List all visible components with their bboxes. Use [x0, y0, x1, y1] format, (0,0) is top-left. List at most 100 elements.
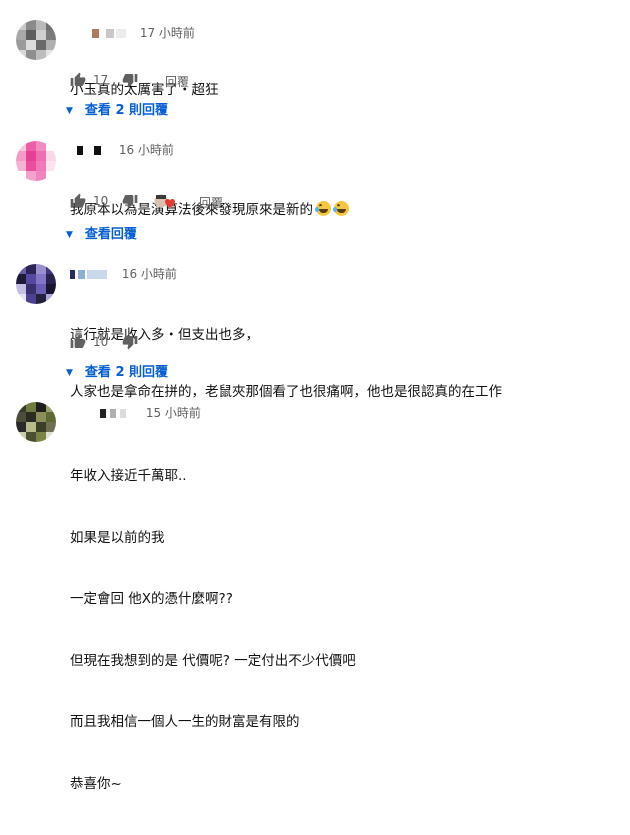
- comment-line: 而且我相信一個人一生的財富是有限的: [70, 714, 300, 730]
- author-name-redacted[interactable]: [70, 269, 112, 280]
- avatar-mosaic-cell: [16, 161, 26, 171]
- avatar-mosaic-cell: [26, 432, 36, 442]
- avatar-mosaic-cell: [36, 432, 46, 442]
- avatar-mosaic-cell: [46, 141, 56, 151]
- reply-button[interactable]: 回覆: [199, 194, 223, 211]
- avatar-mosaic-cell: [26, 30, 36, 40]
- avatar-mosaic-cell: [26, 294, 36, 304]
- avatar-mosaic-cell: [36, 40, 46, 50]
- avatar-mosaic-cell: [36, 402, 46, 412]
- avatar-mosaic-cell: [26, 141, 36, 151]
- caret-down-icon: ▼: [66, 368, 73, 378]
- grinning-squinting-face-emoji: [333, 201, 349, 216]
- avatar-mosaic-cell: [26, 422, 36, 432]
- avatar-mosaic-cell: [16, 141, 26, 151]
- comment-header: 16 小時前: [77, 141, 174, 158]
- author-name-redacted[interactable]: [77, 145, 109, 156]
- comment-line: 但現在我想到的是 代價呢? 一定付出不少代價吧: [70, 652, 356, 669]
- avatar-mosaic-cell: [16, 274, 26, 284]
- grinning-squinting-face-emoji: [315, 201, 331, 216]
- caret-down-icon: ▼: [66, 230, 73, 240]
- avatar-mosaic-cell: [36, 161, 46, 171]
- avatar-mosaic-cell: [16, 422, 26, 432]
- avatar-mosaic-cell: [36, 422, 46, 432]
- thumbs-down-icon[interactable]: [122, 193, 138, 209]
- avatar-mosaic-cell: [26, 264, 36, 274]
- avatar-mosaic-cell: [46, 30, 56, 40]
- view-replies-button[interactable]: ▼ 查看 2 則回覆: [66, 361, 168, 380]
- avatar-mosaic-cell: [16, 264, 26, 274]
- avatar[interactable]: [16, 20, 56, 60]
- avatar-mosaic-cell: [16, 284, 26, 294]
- view-replies-button[interactable]: ▼ 查看 2 則回覆: [66, 99, 168, 118]
- avatar-mosaic-cell: [26, 171, 36, 181]
- avatar-mosaic-cell: [36, 151, 46, 161]
- avatar-mosaic-cell: [46, 161, 56, 171]
- avatar-mosaic-cell: [26, 20, 36, 30]
- avatar-mosaic-cell: [36, 284, 46, 294]
- comment-line: 一定會回 他X的憑什麼啊??: [70, 591, 233, 607]
- avatar-mosaic-cell: [16, 294, 26, 304]
- avatar-mosaic-cell: [16, 20, 26, 30]
- reply-button[interactable]: 回覆: [165, 73, 189, 90]
- avatar-mosaic-cell: [46, 284, 56, 294]
- author-name-redacted[interactable]: [100, 408, 136, 419]
- avatar[interactable]: [16, 264, 56, 304]
- like-count: 10: [93, 194, 109, 208]
- avatar-mosaic-cell: [46, 422, 56, 432]
- comment-header: 16 小時前: [70, 265, 177, 282]
- view-replies-label: 查看 2 則回覆: [84, 365, 169, 380]
- comment-header: 17 小時前: [92, 24, 195, 41]
- comment-text: 年收入接近千萬耶.. 如果是以前的我 一定會回 他X的憑什麼啊?? 但現在我想到…: [70, 425, 356, 835]
- author-name-redacted[interactable]: [92, 28, 130, 39]
- timestamp[interactable]: 15 小時前: [146, 406, 201, 420]
- avatar-mosaic-cell: [26, 50, 36, 60]
- thumbs-up-icon[interactable]: [70, 334, 86, 350]
- view-replies-button[interactable]: ▼ 查看回覆: [66, 223, 137, 242]
- comment-actions: 10: [70, 334, 270, 354]
- avatar-mosaic-cell: [46, 294, 56, 304]
- avatar-mosaic-cell: [46, 412, 56, 422]
- thumbs-up-icon[interactable]: [70, 72, 86, 88]
- like-count: 10: [93, 335, 109, 349]
- avatar-mosaic-cell: [36, 30, 46, 40]
- comment-line: 年收入接近千萬耶..: [70, 468, 187, 484]
- thumbs-up-icon[interactable]: [70, 193, 86, 209]
- avatar-mosaic-cell: [26, 402, 36, 412]
- comment-thread-2: 16 小時前 我原本以為是演算法後來發現原來是新的 10 回覆 ▼ 查看回覆: [0, 125, 630, 250]
- avatar-mosaic-cell: [26, 151, 36, 161]
- timestamp[interactable]: 16 小時前: [119, 143, 174, 157]
- avatar-mosaic-cell: [16, 412, 26, 422]
- avatar-mosaic-cell: [26, 284, 36, 294]
- avatar-mosaic-cell: [36, 171, 46, 181]
- thumbs-down-icon[interactable]: [122, 72, 138, 88]
- like-count: 17: [93, 73, 109, 87]
- view-replies-label: 查看 2 則回覆: [84, 103, 169, 118]
- comment-line: 如果是以前的我: [70, 529, 165, 546]
- timestamp[interactable]: 16 小時前: [122, 267, 177, 281]
- avatar-mosaic-cell: [46, 171, 56, 181]
- avatar-mosaic-cell: [36, 264, 46, 274]
- timestamp[interactable]: 17 小時前: [140, 26, 195, 40]
- avatar[interactable]: [16, 402, 56, 442]
- avatar-mosaic-cell: [26, 412, 36, 422]
- avatar-mosaic-cell: [36, 274, 46, 284]
- avatar-mosaic-cell: [46, 274, 56, 284]
- avatar-mosaic-cell: [46, 40, 56, 50]
- comment-header: 15 小時前: [100, 404, 201, 421]
- avatar-mosaic-cell: [46, 50, 56, 60]
- avatar-mosaic-cell: [36, 20, 46, 30]
- comment-thread-1: 17 小時前 小玉真的太厲害了・超狂 17 回覆 ▼ 查看 2 則回覆: [0, 0, 630, 125]
- avatar-mosaic-cell: [26, 161, 36, 171]
- thumbs-down-icon[interactable]: [122, 334, 138, 350]
- avatar-mosaic-cell: [46, 264, 56, 274]
- avatar-mosaic-cell: [36, 412, 46, 422]
- avatar[interactable]: [16, 141, 56, 181]
- avatar-mosaic-cell: [26, 274, 36, 284]
- caret-down-icon: ▼: [66, 106, 73, 116]
- avatar-mosaic-cell: [46, 402, 56, 412]
- avatar-mosaic-cell: [46, 151, 56, 161]
- avatar-mosaic-cell: [16, 40, 26, 50]
- avatar-mosaic-cell: [36, 141, 46, 151]
- avatar-mosaic-cell: [46, 20, 56, 30]
